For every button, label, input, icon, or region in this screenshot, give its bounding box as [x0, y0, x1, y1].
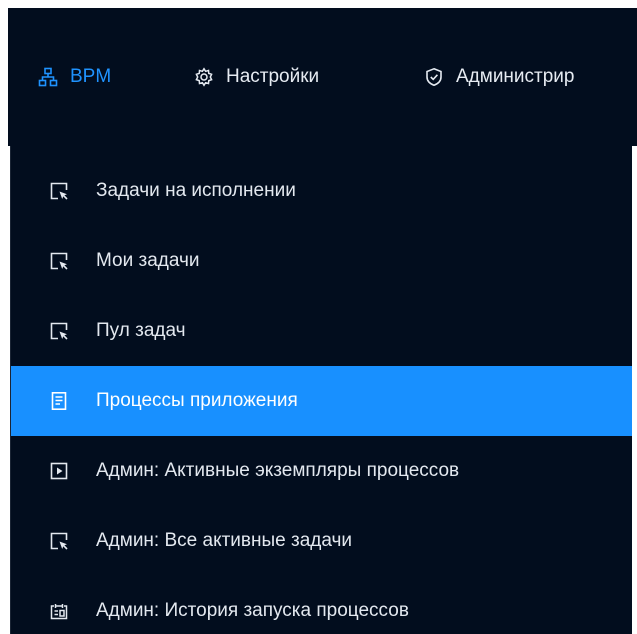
select-cursor-icon	[50, 532, 68, 550]
history-calendar-icon	[50, 604, 68, 620]
menu-item-label: Админ: Все активные задачи	[96, 530, 353, 551]
page-background-strip	[632, 146, 637, 634]
menu-item-label: Задачи на исполнении	[96, 180, 296, 201]
nav-item-settings[interactable]: Настройки	[194, 62, 319, 92]
app-frame: BPM Настройки Администрир Задачи на испо…	[8, 8, 637, 634]
menu-item-admin-active-process-instances[interactable]: Админ: Активные экземпляры процессов	[11, 436, 633, 506]
menu-item-admin-all-active-tasks[interactable]: Админ: Все активные задачи	[11, 506, 633, 576]
play-square-icon	[50, 462, 68, 480]
menu-item-tasks-in-progress[interactable]: Задачи на исполнении	[11, 156, 633, 226]
document-list-icon	[51, 391, 67, 410]
menu-item-my-tasks[interactable]: Мои задачи	[11, 226, 633, 296]
org-chart-icon	[38, 67, 58, 87]
select-cursor-icon	[50, 252, 68, 270]
menu-item-application-processes[interactable]: Процессы приложения	[11, 366, 633, 436]
shield-check-icon	[426, 67, 442, 87]
menu-item-label: Пул задач	[96, 320, 186, 341]
menu-item-admin-process-launch-history[interactable]: Админ: История запуска процессов	[11, 576, 633, 634]
select-cursor-icon	[50, 182, 68, 200]
select-cursor-icon	[50, 322, 68, 340]
top-navigation-bar: BPM Настройки Администрир	[8, 8, 637, 146]
nav-item-administration[interactable]: Администрир	[424, 62, 575, 92]
nav-item-label: BPM	[70, 66, 112, 87]
menu-item-label: Админ: Активные экземпляры процессов	[96, 460, 460, 481]
menu-item-label: Админ: История запуска процессов	[96, 600, 409, 621]
menu-item-label: Мои задачи	[96, 250, 200, 271]
gear-icon	[195, 67, 213, 87]
nav-item-label: Администрир	[456, 66, 575, 87]
menu-item-task-pool[interactable]: Пул задач	[11, 296, 633, 366]
bpm-dropdown-menu: Задачи на исполнении Мои задачи Пул зада…	[10, 146, 633, 634]
menu-item-label: Процессы приложения	[96, 390, 298, 411]
nav-item-bpm[interactable]: BPM	[38, 62, 111, 92]
nav-item-label: Настройки	[226, 66, 320, 87]
